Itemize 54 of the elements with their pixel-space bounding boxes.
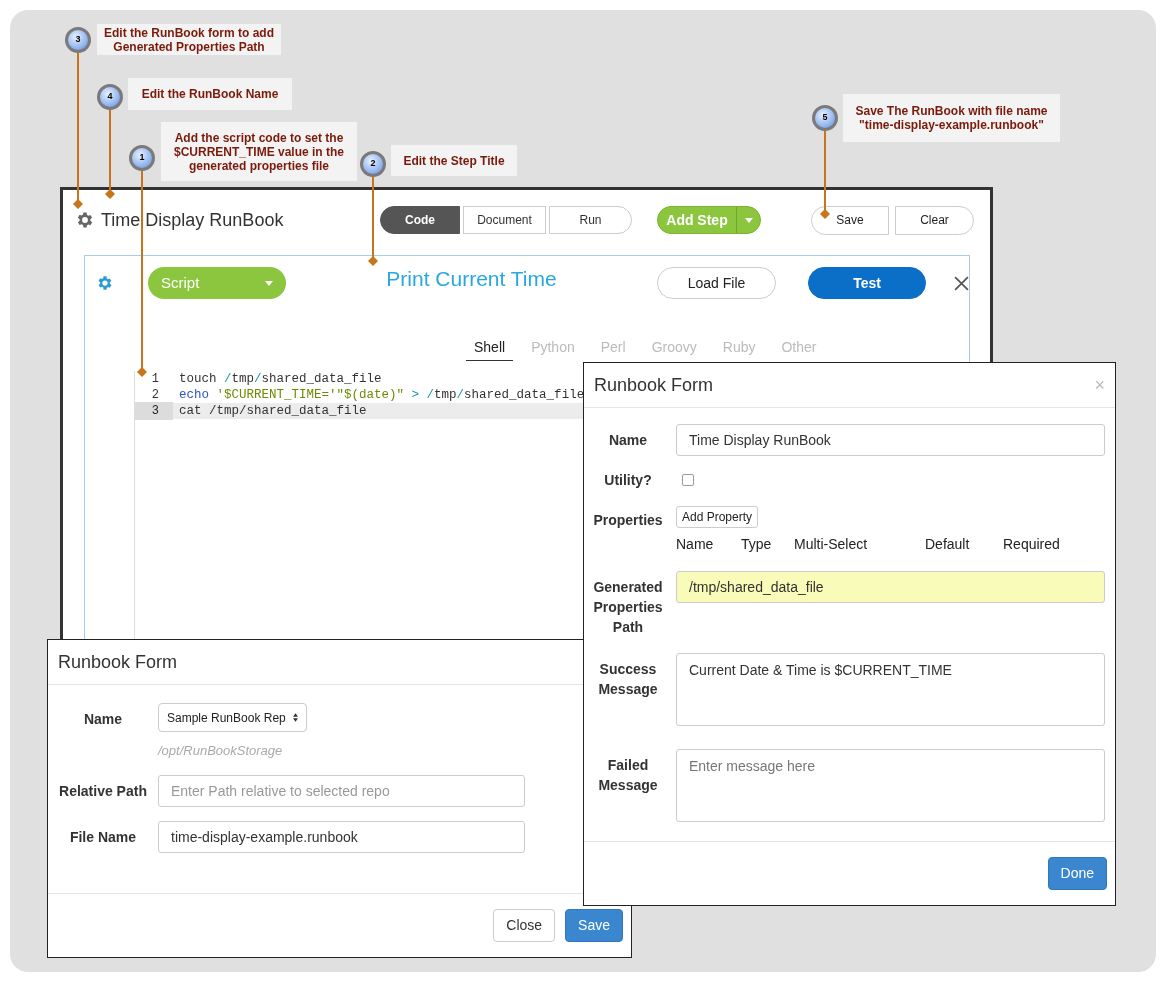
callout-note: Edit the RunBook Name xyxy=(128,78,292,110)
text-field[interactable]: Time Display RunBook xyxy=(676,424,1105,456)
text-field[interactable]: /tmp/shared_data_file xyxy=(676,571,1105,603)
line-number: 2 xyxy=(150,387,160,404)
close-button[interactable]: Close xyxy=(493,909,556,942)
field-label: Utility? xyxy=(603,471,653,490)
settings-icon[interactable] xyxy=(75,210,95,230)
field-label: File Name xyxy=(68,827,138,847)
mode-tab[interactable]: Code xyxy=(380,206,460,234)
runbook-title[interactable]: Time Display RunBook xyxy=(101,206,284,234)
message-field[interactable]: Enter message here xyxy=(676,749,1105,822)
field-label: Generated Properties Path xyxy=(592,578,664,637)
column-header: Required xyxy=(1003,535,1060,554)
test-button[interactable]: Test xyxy=(808,267,926,299)
mode-tab[interactable]: Document xyxy=(463,206,546,234)
settings-icon[interactable] xyxy=(96,274,114,292)
dialog-title: Runbook Form xyxy=(594,373,715,397)
line-number: 3 xyxy=(135,402,173,420)
code-line: echo '$CURRENT_TIME='"$(date)" > /tmp/shared_data_file xyxy=(178,386,585,404)
field-label: Relative Path xyxy=(58,781,148,801)
callout-note: Add the script code to set the $CURRENT_TIME value in the generated properties file xyxy=(161,122,357,181)
column-header: Type xyxy=(741,535,773,554)
mode-tab[interactable]: Run xyxy=(549,206,632,234)
text-field[interactable]: time-display-example.runbook xyxy=(158,820,525,853)
field-label: Success Message xyxy=(597,660,659,699)
code-line: cat /tmp/shared_data_file xyxy=(178,402,367,420)
line-number: 1 xyxy=(150,371,160,388)
checkbox[interactable] xyxy=(682,474,694,486)
caret-icon xyxy=(744,217,753,223)
code-line: touch /tmp/shared_data_file xyxy=(178,370,382,388)
close-icon[interactable] xyxy=(954,275,969,291)
field-label: Name xyxy=(607,431,649,450)
column-header: Name xyxy=(676,535,715,554)
up-down-icon xyxy=(293,713,298,722)
callout-note: Save The RunBook with file name "time-display-example.runbook" xyxy=(843,94,1060,142)
done-button[interactable]: Done xyxy=(1047,857,1107,890)
field-label: Name xyxy=(82,710,124,729)
repo-select[interactable]: Sample RunBook Rep xyxy=(158,703,307,732)
message-field[interactable]: Current Date & Time is $CURRENT_TIME xyxy=(676,653,1105,726)
field-label: Properties xyxy=(592,511,664,530)
clear-button[interactable]: Clear xyxy=(895,205,974,235)
text-field[interactable]: Enter Path relative to selected repo xyxy=(158,774,525,807)
column-header: Default xyxy=(925,535,971,554)
add-property-button[interactable]: Add Property xyxy=(676,506,759,528)
load-file-button[interactable]: Load File xyxy=(657,267,776,299)
callout-note: Edit the RunBook form to add Generated Properties Path xyxy=(97,24,281,55)
save-button[interactable]: Save xyxy=(811,205,889,235)
storage-path: /opt/RunBookStorage xyxy=(158,742,284,760)
field-label: Failed Message xyxy=(597,756,659,795)
caret-icon xyxy=(265,280,273,286)
callout-note: Edit the Step Title xyxy=(391,145,517,176)
save-button[interactable]: Save xyxy=(565,909,623,942)
language-tab[interactable]: Shell xyxy=(466,337,514,361)
column-header: Multi-Select xyxy=(794,535,869,554)
